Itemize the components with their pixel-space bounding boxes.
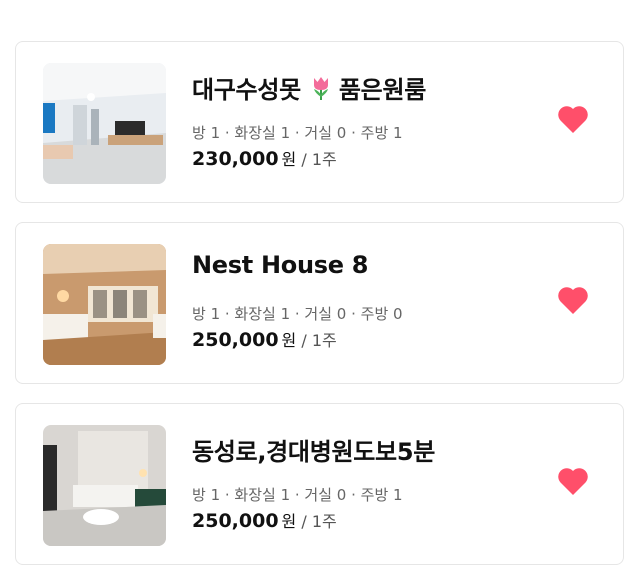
listing-card[interactable]: 동성로,경대병원도보5분 방 1 · 화장실 1 · 거실 0 · 주방 1 2…	[15, 403, 624, 565]
tulip-icon	[311, 75, 331, 101]
price-value: 250,000	[192, 510, 279, 532]
price-row: 230,000 원 / 1주	[192, 146, 337, 170]
listing-list: 대구수성못 품은원룸 방 1 · 화장실 1 · 거실 0 · 주방 1 230…	[0, 0, 640, 577]
heart-icon	[558, 287, 588, 314]
listing-photo[interactable]	[43, 63, 166, 184]
price-row: 250,000 원 / 1주	[192, 327, 337, 351]
room-specs: 방 1 · 화장실 1 · 거실 0 · 주방 0	[192, 305, 403, 323]
price-period: / 1주	[296, 512, 337, 531]
listing-title[interactable]: 대구수성못 품은원룸	[192, 70, 426, 105]
listing-card[interactable]: 대구수성못 품은원룸 방 1 · 화장실 1 · 거실 0 · 주방 1 230…	[15, 41, 624, 203]
favorite-button[interactable]	[557, 104, 589, 134]
heart-icon	[558, 468, 588, 495]
room-specs: 방 1 · 화장실 1 · 거실 0 · 주방 1	[192, 124, 403, 142]
room-specs: 방 1 · 화장실 1 · 거실 0 · 주방 1	[192, 486, 403, 504]
price-row: 250,000 원 / 1주	[192, 508, 337, 532]
favorite-button[interactable]	[557, 285, 589, 315]
heart-icon	[558, 106, 588, 133]
listing-title-part1: 대구수성못	[192, 76, 301, 104]
listing-title-part2: 품은원룸	[338, 76, 427, 104]
price-unit: 원	[281, 150, 297, 169]
price-unit: 원	[281, 331, 297, 350]
price-unit: 원	[281, 512, 297, 531]
price-value: 250,000	[192, 329, 279, 351]
listing-card[interactable]: Nest House 8 방 1 · 화장실 1 · 거실 0 · 주방 0 2…	[15, 222, 624, 384]
price-value: 230,000	[192, 148, 279, 170]
listing-photo[interactable]	[43, 425, 166, 546]
listing-title[interactable]: Nest House 8	[192, 251, 368, 279]
favorite-button[interactable]	[557, 466, 589, 496]
price-period: / 1주	[296, 150, 337, 169]
price-period: / 1주	[296, 331, 337, 350]
listing-photo[interactable]	[43, 244, 166, 365]
listing-title[interactable]: 동성로,경대병원도보5분	[192, 432, 435, 467]
